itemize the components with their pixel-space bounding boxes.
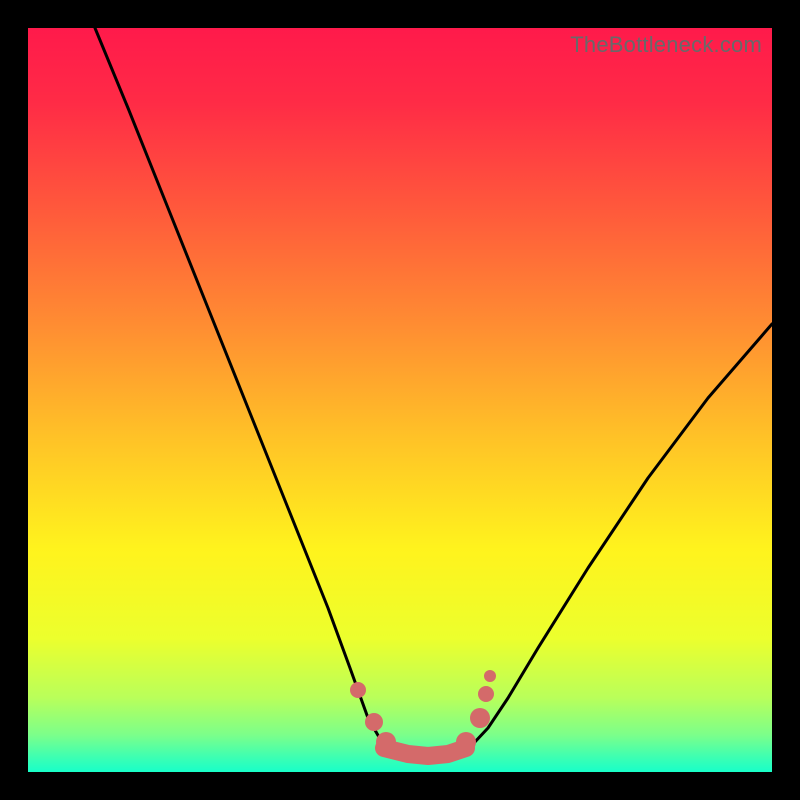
series-right-curve — [458, 324, 772, 750]
marker-right-dot-3 — [478, 686, 494, 702]
marker-left-dot-1 — [350, 682, 366, 698]
marker-right-dot-2 — [470, 708, 490, 728]
plot-area: TheBottleneck.com — [28, 28, 772, 772]
series-left-curve — [95, 28, 396, 750]
chart-curves — [28, 28, 772, 772]
marker-right-dot-4 — [484, 670, 496, 682]
marker-left-dot-3 — [376, 732, 396, 752]
marker-left-dot-2 — [365, 713, 383, 731]
series-valley-band — [384, 748, 466, 756]
outer-black-frame: TheBottleneck.com — [0, 0, 800, 800]
marker-right-dot-1 — [456, 732, 476, 752]
